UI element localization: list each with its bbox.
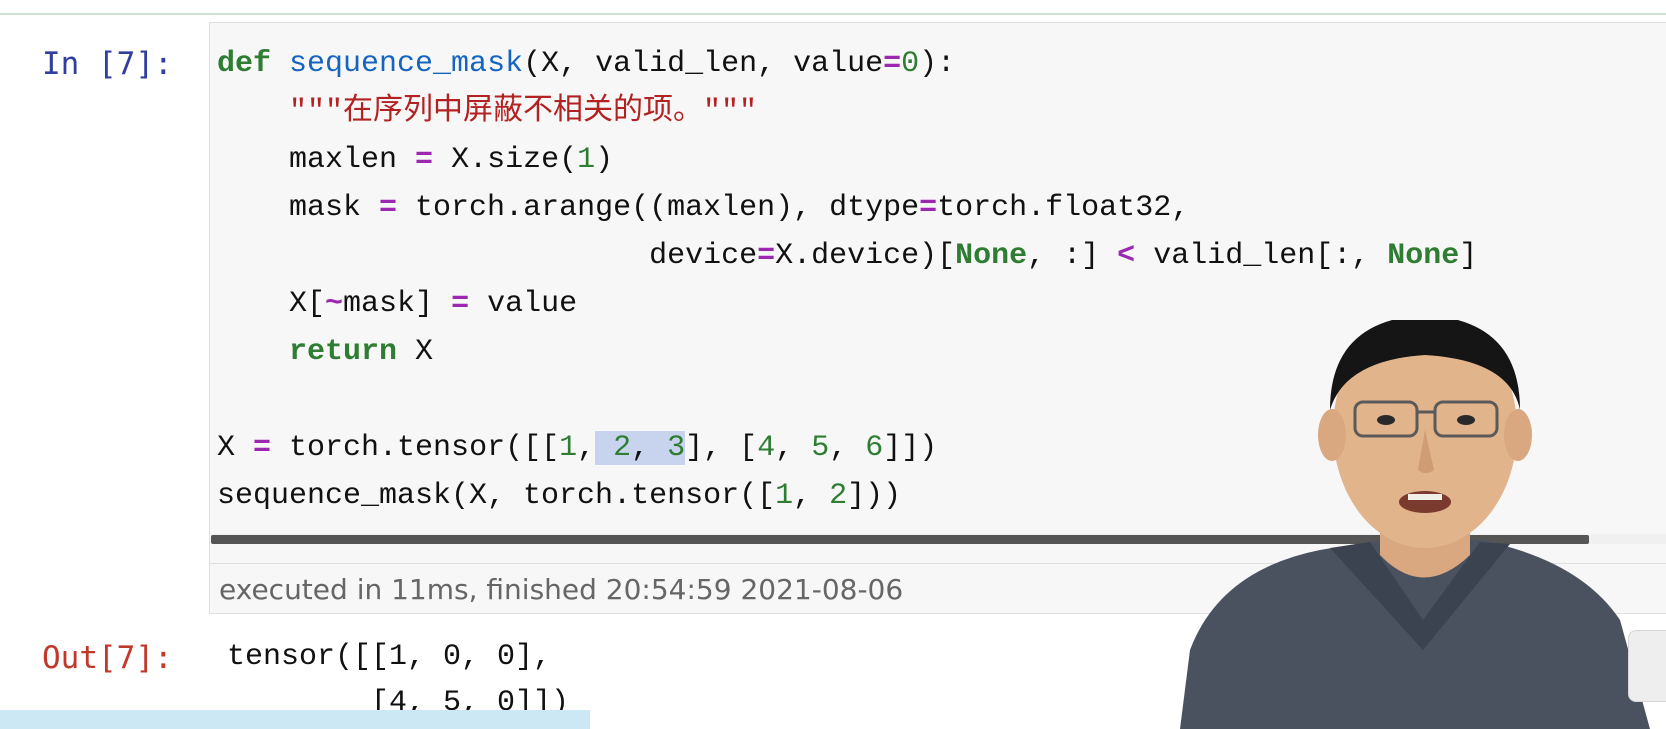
def-keyword: def [217,47,272,81]
text-selection: 2, 3 [595,431,686,465]
execution-time-info: executed in 11ms, finished 20:54:59 2021… [219,573,904,606]
bottom-highlight-band [0,710,590,729]
output-prompt: Out[7]: [42,640,173,676]
code-line-3: maxlen = X.size(1) [217,143,614,177]
code-line-4: mask = torch.arange((maxlen), dtype=torc… [217,191,1190,225]
presenter-webcam-overlay [1180,320,1650,729]
code-line-5: device=X.device)[None, :] < valid_len[:,… [217,239,1478,273]
side-panel-tab-icon[interactable] [1628,630,1666,702]
function-name: sequence_mask [289,47,524,81]
cell-top-border [0,13,1666,15]
output-line-1: tensor([[1, 0, 0], [227,640,552,674]
input-prompt: In [7]: [42,46,173,82]
code-line-2: """在序列中屏蔽不相关的项。""" [217,88,1666,136]
docstring: """在序列中屏蔽不相关的项。""" [289,95,758,129]
code-line-1: def sequence_mask(X, valid_len, value=0)… [217,47,956,81]
